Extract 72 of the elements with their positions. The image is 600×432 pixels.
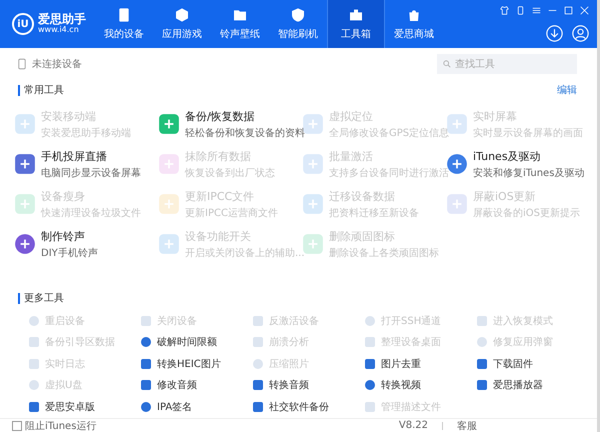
device-status: 未连接设备 <box>32 58 82 71</box>
tool-description: 安装和修复iTunes及驱动 <box>473 166 584 180</box>
tool-item[interactable]: IPA签名 <box>140 396 252 418</box>
tool-description: 支持多台设备同时进行激活 <box>329 166 449 180</box>
tool-title: 更新IPCC文件 <box>185 188 256 204</box>
nav-tab[interactable]: 智能刷机 <box>269 0 327 48</box>
tool-description: 开启或关闭设备上的辅助... <box>185 246 305 260</box>
tool-description: 删除设备上各类顽固图标 <box>329 246 439 260</box>
support-link[interactable]: 客服 <box>457 418 477 432</box>
tool-description: 快速清理设备垃圾文件 <box>41 206 141 220</box>
version-text: V8.22 <box>398 420 428 431</box>
tool-item[interactable]: 爱思播放器 <box>476 374 588 396</box>
tool-description: 更新IPCC运营商文件 <box>185 206 278 220</box>
section-title: 常用工具 <box>18 84 64 96</box>
tool-item[interactable]: 破解时间限额 <box>140 332 252 353</box>
tool-item[interactable]: 制作铃声 DIY手机铃声 <box>14 224 158 264</box>
close-icon[interactable] <box>580 6 589 15</box>
tool-title: 抹除所有数据 <box>185 148 252 164</box>
search-field[interactable]: 查找工具 <box>437 54 577 74</box>
tab-icon <box>174 7 190 23</box>
user-icon[interactable] <box>572 25 589 42</box>
tool-title: 屏蔽iOS更新 <box>473 188 537 204</box>
phone-icon[interactable] <box>516 6 525 15</box>
tool-title: 迁移设备数据 <box>329 188 396 204</box>
tool-description: 实时显示设备屏幕的画面 <box>473 126 583 140</box>
shirt-icon[interactable] <box>500 6 509 15</box>
tool-item[interactable]: 图片去重 <box>364 353 476 374</box>
menu-icon[interactable] <box>532 6 541 15</box>
edit-link[interactable]: 编辑 <box>557 83 577 97</box>
tool-description: 轻松备份和恢复设备的资料 <box>185 126 305 140</box>
tool-item[interactable]: 下载固件 <box>476 353 588 374</box>
tool-description: 全局修改设备GPS定位信息 <box>329 126 450 140</box>
tool-title: 设备瘦身 <box>41 188 86 204</box>
tool-title: 实时屏幕 <box>473 108 518 124</box>
tool-title: 安装移动端 <box>41 108 97 124</box>
tool-title: 批量激活 <box>329 148 374 164</box>
section-title: 更多工具 <box>18 292 64 304</box>
nav-tab[interactable]: 我的设备 <box>95 0 153 48</box>
tool-item[interactable]: 修改音频 <box>140 374 252 396</box>
tool-description: 把资料迁移至新设备 <box>329 206 419 220</box>
checkbox-label[interactable]: 阻止iTunes运行 <box>25 418 96 432</box>
tab-icon <box>290 7 306 23</box>
tool-item[interactable]: 社交软件备份 <box>252 396 364 418</box>
nav-tab[interactable]: 工具箱 <box>327 0 385 48</box>
app-logo: iU <box>12 13 34 35</box>
tool-item[interactable]: 转换HEIC图片 <box>140 353 252 374</box>
app-name: 爱思助手 <box>38 13 86 26</box>
tool-item[interactable]: 转换音频 <box>252 374 364 396</box>
nav-tab[interactable]: 铃声壁纸 <box>211 0 269 48</box>
tool-item[interactable]: 爱思安卓版 <box>28 396 140 418</box>
tool-title: 备份/恢复数据 <box>185 108 256 124</box>
tool-title: 删除顽固图标 <box>329 228 396 244</box>
tool-description: 安装爱思助手移动端 <box>41 126 131 140</box>
phone-icon <box>18 58 26 70</box>
tool-title: 虚拟定位 <box>329 108 374 124</box>
tool-description: DIY手机铃声 <box>41 246 98 260</box>
tool-description: 恢复设备到出厂状态 <box>185 166 275 180</box>
maximize-icon[interactable] <box>564 6 573 15</box>
tool-title: 制作铃声 <box>41 228 86 244</box>
nav-tab[interactable]: 应用游戏 <box>153 0 211 48</box>
tool-title: 设备功能开关 <box>185 228 252 244</box>
tool-item[interactable]: 手机投屏直播 电脑同步显示设备屏幕 <box>14 144 158 184</box>
app-url: www.i4.cn <box>38 26 80 35</box>
tab-icon <box>348 7 364 23</box>
nav-tab[interactable]: 爱思商城 <box>385 0 443 48</box>
tool-title: 手机投屏直播 <box>41 148 108 164</box>
tool-description: 屏蔽设备的iOS更新提示 <box>473 206 580 220</box>
tool-item[interactable]: 转换视频 <box>364 374 476 396</box>
tool-title: iTunes及驱动 <box>473 148 542 164</box>
checkbox[interactable] <box>12 420 22 430</box>
tool-description: 电脑同步显示设备屏幕 <box>41 166 141 180</box>
download-icon[interactable] <box>546 25 563 42</box>
